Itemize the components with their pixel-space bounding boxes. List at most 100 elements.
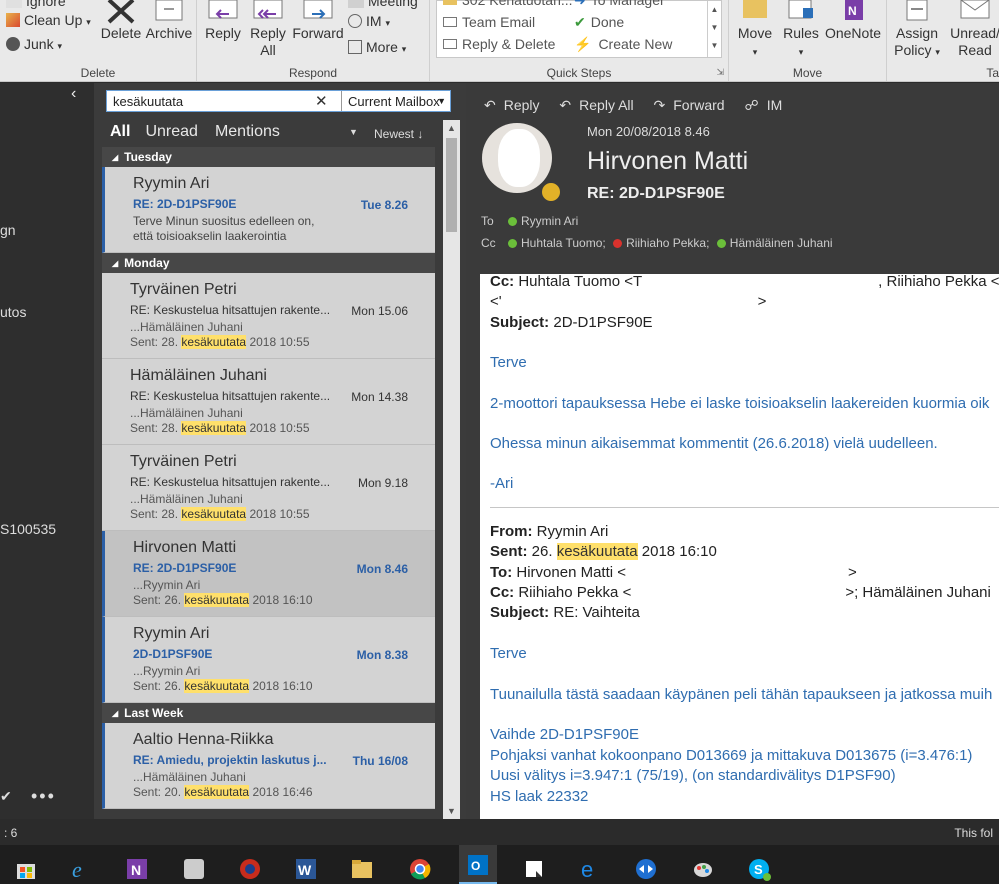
svg-text:N: N xyxy=(131,862,141,878)
quick-step-5[interactable]: Reply & Delete xyxy=(443,36,555,52)
im-icon xyxy=(348,14,362,28)
quick-steps-scroll[interactable]: ▲ ▼ ▼ xyxy=(707,1,721,57)
move-group-label: Move xyxy=(792,66,823,80)
body-sent: Sent: 26. kesäkuutata 2018 16:10 xyxy=(490,543,717,560)
body-text: Pohjaksi vanhat kokoonpano D013669 ja mi… xyxy=(490,747,973,764)
clean-up-button[interactable]: Clean Up ▾ xyxy=(6,11,91,31)
message-item[interactable]: Aaltio Henna-Riikka RE: Amiedu, projekti… xyxy=(102,723,435,809)
clear-search-icon[interactable]: ✕ xyxy=(315,92,328,110)
meeting-button[interactable]: Meeting xyxy=(348,0,418,10)
sort-order[interactable]: Newest ↓ xyxy=(374,127,423,141)
search-scope-dropdown[interactable]: Current Mailbox ▼ xyxy=(341,91,451,111)
reply-all-icon xyxy=(253,0,283,19)
filter-unread[interactable]: Unread xyxy=(145,123,197,140)
clean-up-icon xyxy=(6,13,20,27)
message-item-selected[interactable]: Hirvonen Matti RE: 2D-D1PSF90E Mon 8.46 … xyxy=(102,531,435,617)
quick-steps-label: Quick Steps xyxy=(546,66,612,80)
scroll-down-icon[interactable]: ▼ xyxy=(447,806,456,816)
edge-icon[interactable]: e xyxy=(574,851,602,881)
message-subject: 2D-D1PSF90E xyxy=(133,647,213,661)
ignore-button[interactable]: Ignore xyxy=(6,0,66,10)
message-item[interactable]: Ryymin Ari RE: 2D-D1PSF90E Tue 8.26 Terv… xyxy=(102,167,435,253)
group-header-tuesday[interactable]: ◢ Tuesday xyxy=(102,147,435,167)
recipient[interactable]: Riihiaho Pekka; xyxy=(626,236,709,250)
quick-step-2[interactable]: ➜ To Manager xyxy=(574,0,665,9)
reading-forward-button[interactable]: ↷ Forward xyxy=(654,97,733,113)
message-item[interactable]: Hämäläinen Juhani RE: Keskustelua hitsat… xyxy=(102,359,435,445)
folder-item[interactable]: gn xyxy=(0,222,16,238)
outlook-icon[interactable]: O xyxy=(459,845,497,884)
scrollbar-thumb[interactable] xyxy=(446,138,457,232)
group-header-monday[interactable]: ◢ Monday xyxy=(102,253,435,273)
more-button[interactable]: More ▾ xyxy=(348,38,406,58)
filter-all[interactable]: All xyxy=(110,123,130,140)
message-subject: RE: 2D-D1PSF90E xyxy=(133,197,237,211)
app-icon[interactable] xyxy=(178,851,206,879)
message-list-scrollbar[interactable]: ▲ ▼ xyxy=(443,120,460,819)
reply-button[interactable]: Reply xyxy=(203,0,243,42)
scroll-up-icon[interactable]: ▲ xyxy=(447,123,456,133)
divider xyxy=(490,507,999,508)
file-explorer-icon[interactable] xyxy=(346,851,374,879)
message-item[interactable]: Tyrväinen Petri RE: Keskustelua hitsattu… xyxy=(102,445,435,531)
skype-icon[interactable]: S xyxy=(743,851,771,881)
message-item[interactable]: Tyrväinen Petri RE: Keskustelua hitsattu… xyxy=(102,273,435,359)
quick-step-6[interactable]: ⚡ Create New xyxy=(574,36,672,53)
message-subject: RE: 2D-D1PSF90E xyxy=(133,561,237,575)
quick-step-4[interactable]: ✔ Done xyxy=(574,14,624,31)
collapse-folder-pane-icon[interactable]: ‹ xyxy=(71,85,76,103)
recipient[interactable]: Hämäläinen Juhani xyxy=(730,236,833,250)
search-box[interactable]: kesäkuutata ✕ Current Mailbox ▼ xyxy=(106,90,451,112)
message-subject: RE: 2D-D1PSF90E xyxy=(587,185,725,202)
search-highlight: kesäkuutata xyxy=(181,507,247,521)
sender-name[interactable]: Hirvonen Matti xyxy=(587,147,748,176)
delete-button[interactable]: Delete xyxy=(100,0,142,42)
app-icon[interactable] xyxy=(518,851,546,879)
quick-step-3[interactable]: Team Email xyxy=(443,14,535,30)
paint-icon[interactable] xyxy=(687,851,715,879)
forward-button[interactable]: Forward xyxy=(292,0,344,42)
assign-policy-button[interactable]: Assign Policy ▾ xyxy=(891,0,943,61)
filter-mentions[interactable]: Mentions xyxy=(215,123,280,140)
quick-step-1[interactable]: 302 Kehätuotan... xyxy=(443,0,573,8)
onenote-app-icon[interactable]: N xyxy=(121,851,149,879)
body-cc2: Cc: Riihiaho Pekka < >; Hämäläinen Juhani xyxy=(490,584,991,601)
respond-group-label: Respond xyxy=(288,66,338,80)
reply-all-button[interactable]: Reply All xyxy=(247,0,289,59)
filter-dropdown-icon[interactable]: ▼ xyxy=(349,127,358,137)
junk-button[interactable]: Junk ▾ xyxy=(6,35,62,55)
onenote-button[interactable]: N OneNote xyxy=(823,0,883,42)
search-input[interactable]: kesäkuutata xyxy=(113,94,183,109)
folder-item[interactable]: utos xyxy=(0,304,26,320)
move-button[interactable]: Move ▾ xyxy=(735,0,775,61)
archive-button[interactable]: Archive xyxy=(144,0,194,42)
more-nav-icon[interactable]: ••• xyxy=(31,786,56,807)
unread-read-button[interactable]: Unread/Read xyxy=(945,0,999,59)
tasks-icon[interactable]: ✔ xyxy=(0,788,12,805)
check-icon: ✔ xyxy=(574,14,586,30)
recipient[interactable]: Ryymin Ari xyxy=(521,214,578,228)
folder-item[interactable]: S100535 xyxy=(0,521,56,537)
message-date: Mon 9.18 xyxy=(357,476,408,490)
reading-reply-all-button[interactable]: ↶ Reply All xyxy=(559,97,641,113)
store-icon[interactable] xyxy=(10,851,38,879)
im-button[interactable]: IM ▾ xyxy=(348,12,390,32)
svg-text:O: O xyxy=(471,859,480,873)
presence-busy-icon xyxy=(613,239,623,248)
reading-reply-button[interactable]: ↶ Reply xyxy=(484,97,548,113)
recipient[interactable]: Huhtala Tuomo; xyxy=(521,236,606,250)
status-bar: : 6 This fol xyxy=(0,819,999,845)
reading-im-button[interactable]: ☍ IM xyxy=(745,97,791,113)
message-item[interactable]: Ryymin Ari 2D-D1PSF90E Mon 8.38 ...Ryymi… xyxy=(102,617,435,703)
message-date: Mon 8.46 xyxy=(356,562,408,576)
ie-icon[interactable]: e xyxy=(66,851,94,881)
word-icon[interactable]: W xyxy=(290,851,318,879)
rules-button[interactable]: Rules ▾ xyxy=(781,0,821,61)
app-icon[interactable] xyxy=(234,851,262,879)
message-from: Hirvonen Matti xyxy=(133,539,237,556)
quick-steps-expand-icon[interactable]: ⇲ xyxy=(716,67,724,78)
teamviewer-icon[interactable] xyxy=(630,851,658,879)
group-header-last-week[interactable]: ◢ Last Week xyxy=(102,703,435,723)
message-list: ◢ Tuesday Ryymin Ari RE: 2D-D1PSF90E Tue … xyxy=(102,147,435,819)
chrome-icon[interactable] xyxy=(404,851,432,880)
